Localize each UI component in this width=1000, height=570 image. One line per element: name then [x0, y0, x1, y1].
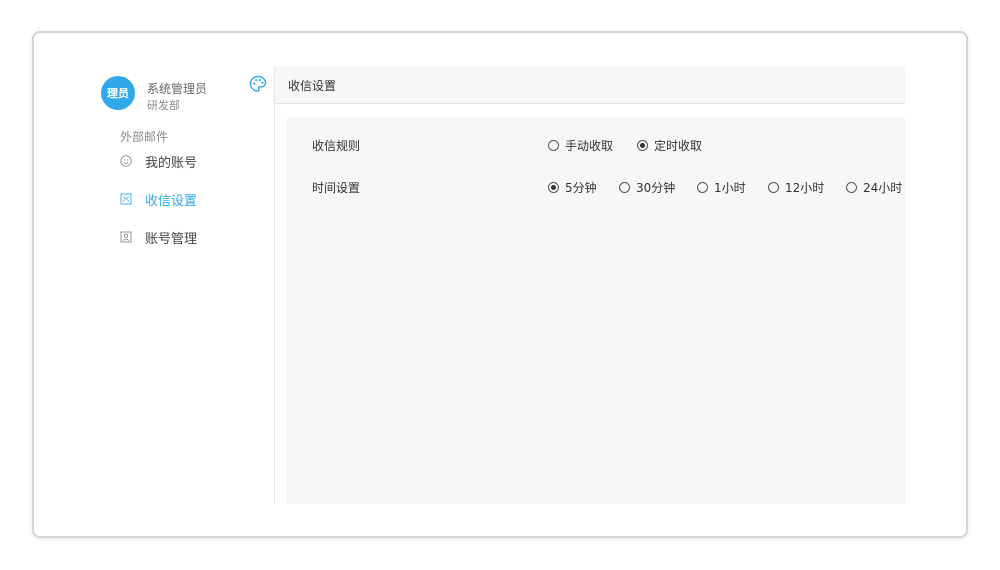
radio-12hour[interactable]: 12小时	[768, 179, 824, 196]
radio-scheduled-receive[interactable]: 定时收取	[637, 137, 702, 154]
user-department: 研发部	[147, 99, 180, 112]
sidebar-item-label: 账号管理	[145, 231, 198, 247]
radio-label: 5分钟	[565, 181, 597, 195]
page-title: 收信设置	[288, 79, 337, 93]
radio-label: 12小时	[785, 181, 825, 195]
settings-panel	[287, 117, 905, 504]
avatar-text: 理员	[107, 87, 129, 100]
radio-label: 1小时	[714, 181, 746, 195]
radio-circle	[548, 140, 559, 151]
radio-circle	[619, 182, 630, 193]
sidebar-divider	[274, 66, 275, 504]
user-name: 系统管理员	[147, 82, 208, 96]
content-header: 收信设置	[275, 66, 905, 104]
radio-circle-checked	[637, 140, 648, 151]
radio-label: 24小时	[863, 181, 903, 195]
radio-circle	[846, 182, 857, 193]
sidebar-item-label: 收信设置	[145, 193, 198, 209]
avatar[interactable]: 理员	[101, 76, 135, 110]
radio-circle	[697, 182, 708, 193]
sidebar-item-receive-settings[interactable]: 收信设置	[120, 189, 197, 209]
radio-24hour[interactable]: 24小时	[846, 179, 902, 196]
palette-icon[interactable]	[249, 75, 267, 93]
radio-circle-checked	[548, 182, 559, 193]
radio-label: 手动收取	[565, 139, 614, 153]
radio-manual-receive[interactable]: 手动收取	[548, 137, 613, 154]
user-circle-icon	[120, 155, 132, 167]
radio-label: 30分钟	[636, 181, 676, 195]
radio-label: 定时收取	[654, 139, 703, 153]
sidebar-item-my-account[interactable]: 我的账号	[120, 151, 197, 171]
radio-30min[interactable]: 30分钟	[619, 179, 675, 196]
sidebar-item-label: 我的账号	[145, 155, 198, 171]
mail-settings-icon	[120, 193, 132, 205]
sidebar-section-external-mail: 外部邮件	[120, 130, 169, 144]
sidebar-item-account-management[interactable]: 账号管理	[120, 227, 197, 247]
radio-1hour[interactable]: 1小时	[697, 179, 746, 196]
receive-rule-label: 收信规则	[312, 139, 361, 153]
time-setting-label: 时间设置	[312, 181, 361, 195]
account-manage-icon	[120, 231, 132, 243]
radio-circle	[768, 182, 779, 193]
radio-5min[interactable]: 5分钟	[548, 179, 597, 196]
